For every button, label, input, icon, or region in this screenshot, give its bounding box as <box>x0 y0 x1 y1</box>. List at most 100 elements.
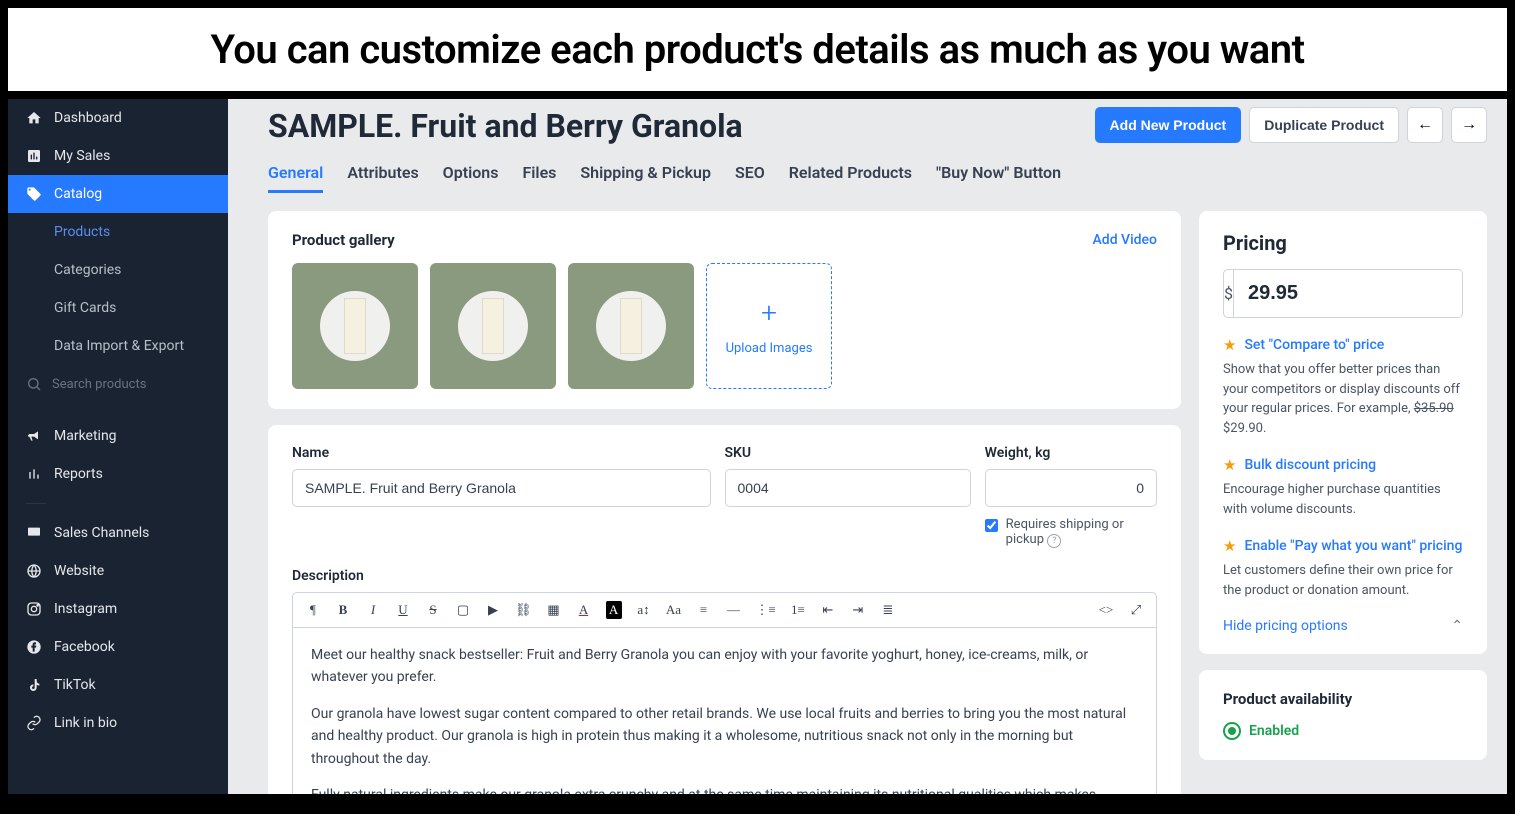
arrow-right-icon: → <box>1461 116 1477 134</box>
gallery-thumb-3[interactable] <box>568 263 694 389</box>
compare-price-link[interactable]: Set "Compare to" price <box>1244 337 1384 353</box>
textcolor-icon[interactable]: A <box>576 602 592 618</box>
paragraph-icon[interactable]: ¶ <box>305 602 321 618</box>
add-video-link[interactable]: Add Video <box>1093 232 1157 248</box>
content-left: Product gallery Add Video + Upload Image… <box>268 211 1181 794</box>
video-icon[interactable]: ▶ <box>485 602 501 618</box>
sidebar-item-instagram[interactable]: Instagram <box>8 590 228 628</box>
facebook-icon <box>26 639 42 655</box>
bgcolor-icon[interactable]: A <box>606 601 622 619</box>
strike-icon[interactable]: S <box>425 602 441 618</box>
chevron-up-icon: ⌃ <box>1451 618 1463 634</box>
table-icon[interactable]: ▦ <box>546 602 562 618</box>
clearformat-icon[interactable]: a↕ <box>636 602 652 618</box>
duplicate-product-button[interactable]: Duplicate Product <box>1249 107 1399 143</box>
hr-icon[interactable]: — <box>726 602 742 618</box>
tiktok-icon <box>26 677 42 693</box>
pay-what-link[interactable]: Enable "Pay what you want" pricing <box>1244 538 1462 554</box>
shipping-label: Requires shipping or pickup ? <box>1006 517 1157 548</box>
star-icon: ★ <box>1223 456 1236 474</box>
app-container: Dashboard My Sales Catalog Products Cate… <box>0 99 1515 802</box>
sidebar-item-dashboard[interactable]: Dashboard <box>8 99 228 137</box>
sidebar-item-tiktok[interactable]: TikTok <box>8 666 228 704</box>
ul-icon[interactable]: ⋮≡ <box>756 602 776 618</box>
availability-toggle[interactable]: Enabled <box>1223 722 1463 740</box>
compare-desc: Show that you offer better prices than y… <box>1223 360 1463 438</box>
arrow-left-icon: ← <box>1417 116 1433 134</box>
gallery-thumb-1[interactable] <box>292 263 418 389</box>
tab-related[interactable]: Related Products <box>789 163 912 193</box>
sidebar-sub-categories[interactable]: Categories <box>8 251 228 289</box>
tab-general[interactable]: General <box>268 163 323 193</box>
sidebar-item-label: Marketing <box>54 428 117 444</box>
hide-pricing-toggle[interactable]: Hide pricing options ⌃ <box>1223 618 1463 634</box>
sidebar-sub-dataimport[interactable]: Data Import & Export <box>8 327 228 365</box>
pricing-title: Pricing <box>1223 231 1463 255</box>
editor-toolbar: ¶ B I U S ▢ ▶ ⛓ ▦ A A a↕ Aa <box>292 592 1157 627</box>
page-title: SAMPLE. Fruit and Berry Granola <box>268 107 743 145</box>
globe-icon <box>26 563 42 579</box>
underline-icon[interactable]: U <box>395 602 411 618</box>
sidebar-item-mysales[interactable]: My Sales <box>8 137 228 175</box>
sidebar-search[interactable]: Search products <box>8 365 228 403</box>
outdent-icon[interactable]: ⇤ <box>820 602 836 618</box>
link-icon <box>26 715 42 731</box>
tab-buynow[interactable]: "Buy Now" Button <box>936 163 1061 193</box>
sidebar-item-label: Dashboard <box>54 110 122 126</box>
justify-icon[interactable]: ≣ <box>880 602 896 618</box>
price-input[interactable] <box>1234 270 1463 317</box>
tag-icon <box>26 186 42 202</box>
fullscreen-icon[interactable]: ⤢ <box>1128 602 1144 618</box>
shipping-checkbox[interactable] <box>985 519 998 532</box>
content-row: Product gallery Add Video + Upload Image… <box>268 211 1487 794</box>
gallery-thumb-2[interactable] <box>430 263 556 389</box>
help-icon[interactable]: ? <box>1047 534 1061 548</box>
instagram-icon <box>26 601 42 617</box>
sidebar-item-label: Link in bio <box>54 715 117 731</box>
code-icon[interactable]: <> <box>1098 602 1114 618</box>
align-icon[interactable]: ≡ <box>696 602 712 618</box>
fontsize-icon[interactable]: Aa <box>666 602 682 618</box>
indent-icon[interactable]: ⇥ <box>850 602 866 618</box>
sidebar-item-linkinbio[interactable]: Link in bio <box>8 704 228 742</box>
sidebar-sub-products[interactable]: Products <box>8 213 228 251</box>
sku-input[interactable] <box>725 469 971 507</box>
name-input[interactable] <box>292 469 711 507</box>
sidebar-item-label: TikTok <box>54 677 96 693</box>
bulk-discount-link[interactable]: Bulk discount pricing <box>1244 457 1376 473</box>
tab-files[interactable]: Files <box>522 163 556 193</box>
sidebar-item-website[interactable]: Website <box>8 552 228 590</box>
sidebar-item-reports[interactable]: Reports <box>8 455 228 493</box>
tab-attributes[interactable]: Attributes <box>347 163 418 193</box>
caption-text: You can customize each product's details… <box>48 26 1467 73</box>
description-editor[interactable]: Meet our healthy snack bestseller: Fruit… <box>292 627 1157 794</box>
weight-input[interactable] <box>985 469 1157 507</box>
bulk-desc: Encourage higher purchase quantities wit… <box>1223 480 1463 519</box>
image-icon[interactable]: ▢ <box>455 602 471 618</box>
desc-p3: Fully natural ingredients make our grano… <box>311 784 1138 794</box>
tab-options[interactable]: Options <box>443 163 499 193</box>
italic-icon[interactable]: I <box>365 602 381 618</box>
upload-label: Upload Images <box>726 341 813 356</box>
prev-button[interactable]: ← <box>1407 107 1443 143</box>
next-button[interactable]: → <box>1451 107 1487 143</box>
desc-p1: Meet our healthy snack bestseller: Fruit… <box>311 644 1138 689</box>
add-product-button[interactable]: Add New Product <box>1095 107 1242 143</box>
search-icon <box>26 376 42 392</box>
sidebar-item-saleschannels[interactable]: Sales Channels <box>8 514 228 552</box>
pricing-card: Pricing $ ★ Set "Compare to" price Show … <box>1199 211 1487 654</box>
ol-icon[interactable]: 1≡ <box>790 602 806 618</box>
sidebar-item-facebook[interactable]: Facebook <box>8 628 228 666</box>
sidebar-item-label: Website <box>54 563 104 579</box>
content-right: Pricing $ ★ Set "Compare to" price Show … <box>1199 211 1487 794</box>
tab-shipping[interactable]: Shipping & Pickup <box>580 163 711 193</box>
sidebar-sub-giftcards[interactable]: Gift Cards <box>8 289 228 327</box>
details-card: Name SKU Weight, kg Require <box>268 425 1181 794</box>
upload-images-button[interactable]: + Upload Images <box>706 263 832 389</box>
description-label: Description <box>292 568 1157 584</box>
sidebar-item-marketing[interactable]: Marketing <box>8 417 228 455</box>
bold-icon[interactable]: B <box>335 602 351 618</box>
link-tool-icon[interactable]: ⛓ <box>515 602 532 618</box>
sidebar-item-catalog[interactable]: Catalog <box>8 175 228 213</box>
tab-seo[interactable]: SEO <box>735 163 765 193</box>
